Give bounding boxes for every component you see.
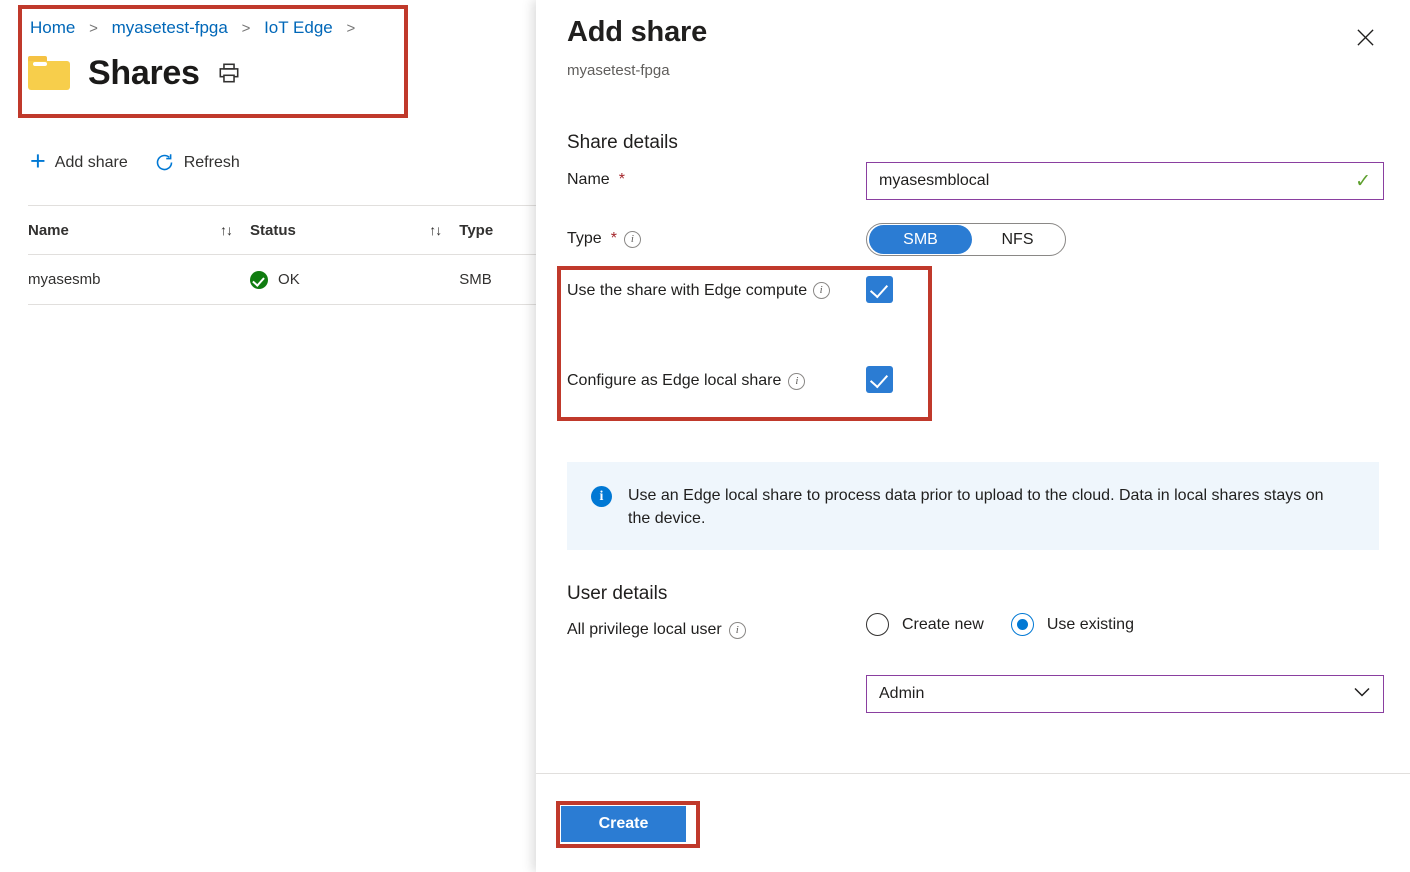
info-banner: i Use an Edge local share to process dat… — [567, 462, 1379, 550]
printer-icon[interactable] — [218, 62, 240, 84]
breadcrumb-item-home[interactable]: Home — [30, 18, 75, 37]
refresh-label: Refresh — [183, 153, 240, 171]
required-marker: * — [618, 171, 625, 188]
cell-name: myasesmb — [28, 271, 250, 288]
share-type-option-nfs[interactable]: NFS — [972, 225, 1063, 254]
share-details-section-label: Share details — [567, 132, 678, 153]
column-header-status-label: Status — [250, 221, 296, 239]
panel-footer: Create — [536, 773, 1410, 872]
share-type-option-smb[interactable]: SMB — [869, 225, 972, 254]
cell-type: SMB — [459, 271, 548, 288]
folder-icon — [28, 56, 70, 90]
cell-status-label: OK — [278, 271, 300, 288]
create-button[interactable]: Create — [561, 806, 686, 842]
sort-icon[interactable]: ↑↓ — [429, 222, 442, 238]
refresh-button[interactable]: Refresh — [154, 152, 240, 173]
info-icon[interactable]: i — [623, 230, 641, 248]
column-header-status[interactable]: Status ↑↓ — [250, 222, 459, 239]
breadcrumb-separator-icon: > — [89, 20, 98, 37]
breadcrumb-item-myasetest-fpga[interactable]: myasetest-fpga — [112, 18, 228, 37]
edge-local-share-checkbox[interactable] — [866, 366, 893, 393]
user-mode-radio-group: Create new Use existing — [866, 613, 1134, 636]
info-banner-text: Use an Edge local share to process data … — [628, 487, 1324, 528]
close-icon[interactable] — [1348, 20, 1382, 54]
type-field-label: Type * i — [567, 230, 641, 248]
radio-create-new[interactable] — [866, 613, 889, 636]
breadcrumb-separator-icon: > — [241, 20, 251, 37]
share-name-value: myasesmblocal — [879, 172, 990, 189]
panel-subtitle: myasetest-fpga — [567, 62, 670, 79]
cell-name-label: myasesmb — [28, 271, 101, 288]
add-share-label: Add share — [54, 153, 128, 171]
radio-create-new-label[interactable]: Create new — [902, 616, 984, 634]
command-bar: + Add share Refresh — [30, 146, 240, 176]
table-header-row: Name ↑↓ Status ↑↓ Type — [28, 206, 548, 254]
required-marker: * — [610, 230, 617, 247]
panel-header: Add share myasetest-fpga — [536, 0, 1410, 100]
shares-blade: Home > myasetest-fpga > IoT Edge > Share… — [0, 0, 548, 872]
sort-icon[interactable]: ↑↓ — [220, 222, 233, 238]
edge-local-share-checkbox-label: Configure as Edge local share i — [567, 372, 806, 390]
edge-compute-checkbox[interactable] — [866, 276, 893, 303]
refresh-icon — [154, 152, 175, 173]
panel-title: Add share — [567, 16, 708, 48]
radio-use-existing[interactable] — [1010, 613, 1034, 636]
chevron-down-icon — [1353, 685, 1371, 703]
cell-type-label: SMB — [459, 271, 492, 288]
column-header-type[interactable]: Type — [459, 222, 548, 239]
share-type-toggle: SMB NFS — [866, 223, 1066, 256]
local-user-select-value: Admin — [879, 685, 925, 702]
page-title: Shares — [88, 54, 200, 92]
breadcrumb: Home > myasetest-fpga > IoT Edge > — [30, 18, 364, 38]
table-row[interactable]: myasesmb OK SMB — [28, 255, 548, 304]
all-privilege-local-user-label: All privilege local user i — [567, 621, 746, 639]
column-header-type-label: Type — [459, 221, 494, 239]
checkmark-icon: ✓ — [1355, 170, 1371, 192]
column-header-name[interactable]: Name ↑↓ — [28, 222, 250, 239]
name-field-label: Name * — [567, 171, 625, 188]
local-user-select[interactable]: Admin — [866, 675, 1384, 713]
radio-use-existing-label[interactable]: Use existing — [1047, 616, 1134, 634]
page-title-row: Shares — [28, 56, 240, 90]
breadcrumb-item-iot-edge[interactable]: IoT Edge — [264, 18, 333, 37]
shares-table: Name ↑↓ Status ↑↓ Type myasesmb OK SMB — [28, 205, 548, 305]
panel-body: Share details Name * myasesmblocal ✓ Typ… — [536, 100, 1410, 773]
check-circle-icon — [250, 270, 269, 289]
add-share-button[interactable]: + Add share — [30, 146, 128, 176]
edge-compute-checkbox-label: Use the share with Edge compute i — [567, 280, 867, 302]
breadcrumb-separator-icon: > — [346, 20, 356, 37]
share-name-input[interactable]: myasesmblocal ✓ — [866, 162, 1384, 200]
table-divider-bottom — [28, 304, 548, 305]
plus-icon: + — [30, 146, 46, 176]
add-share-panel: Add share myasetest-fpga Share details N… — [536, 0, 1410, 872]
info-filled-icon: i — [591, 486, 612, 507]
cell-status: OK — [250, 270, 459, 289]
user-details-section-label: User details — [567, 583, 668, 604]
info-icon[interactable]: i — [788, 372, 806, 390]
info-icon[interactable]: i — [812, 282, 830, 300]
column-header-name-label: Name — [28, 221, 69, 239]
screenshot-root: Home > myasetest-fpga > IoT Edge > Share… — [0, 0, 1410, 872]
info-icon[interactable]: i — [728, 621, 746, 639]
